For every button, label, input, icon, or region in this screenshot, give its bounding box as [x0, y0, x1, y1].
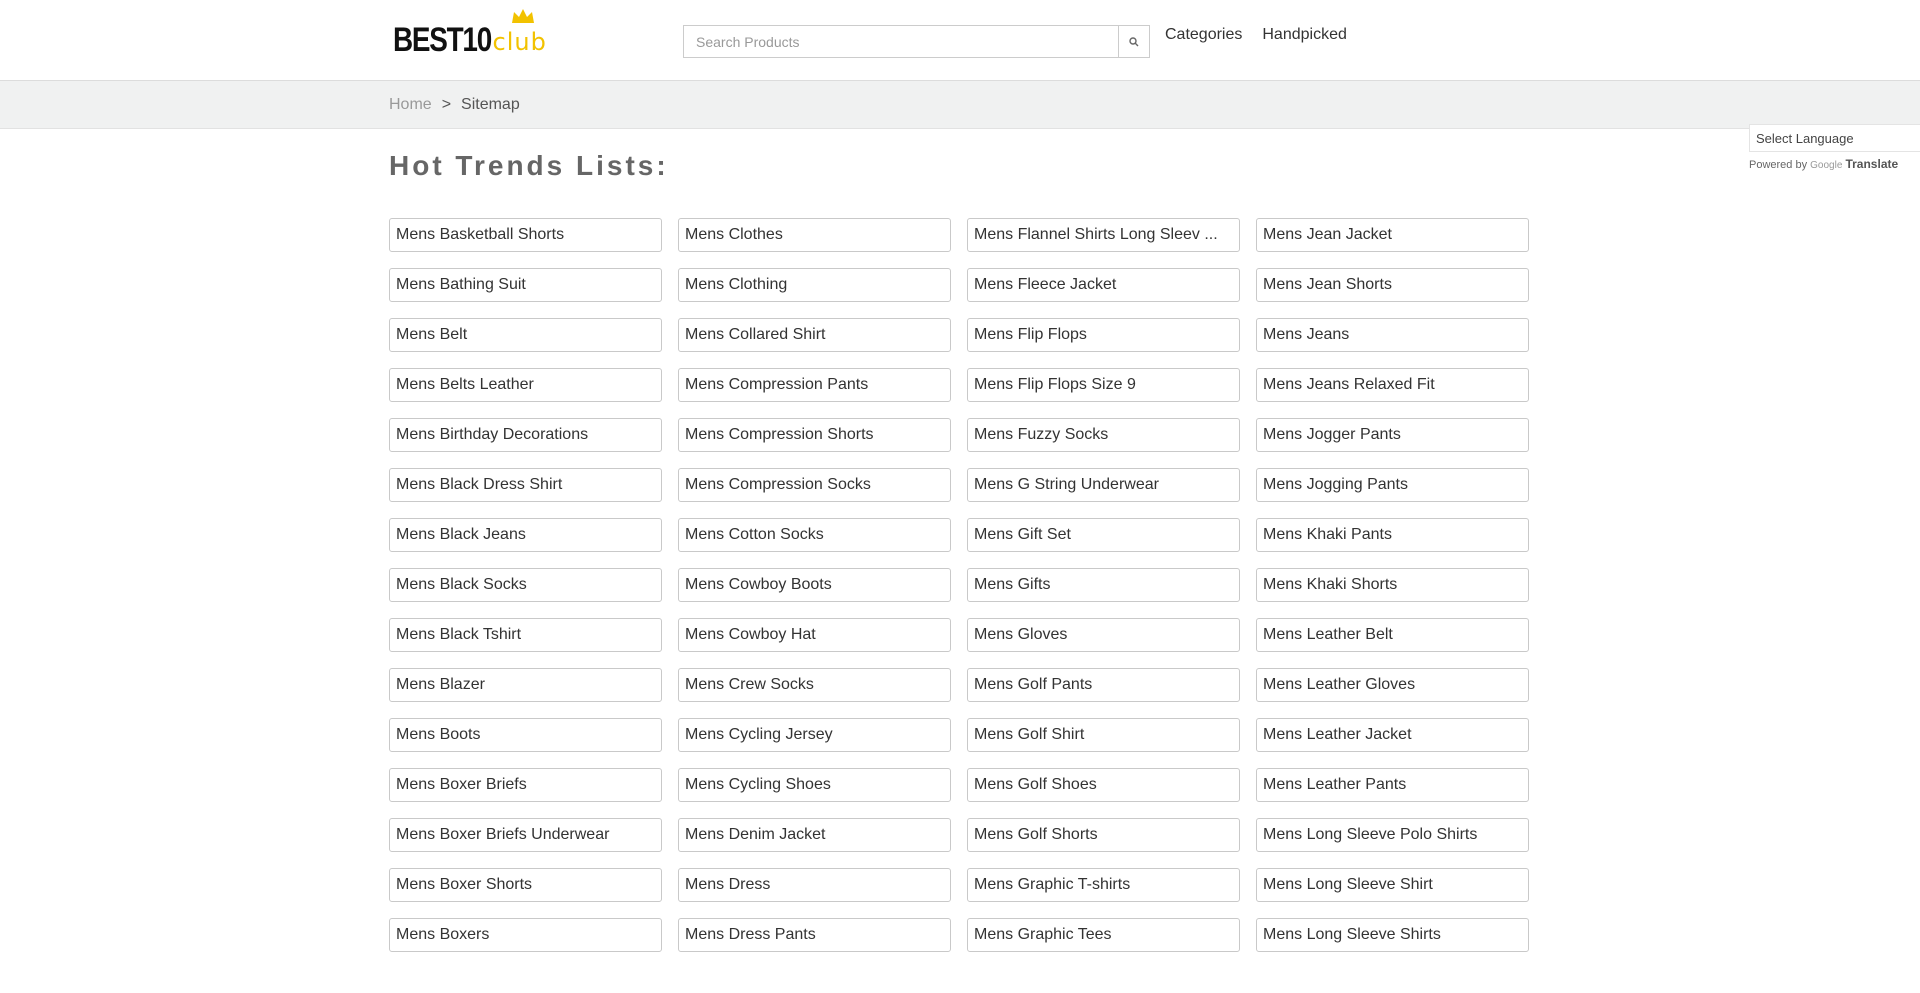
trend-link[interactable]: Mens Crew Socks [678, 668, 951, 702]
nav-handpicked[interactable]: Handpicked [1262, 26, 1347, 44]
logo-text: BEST10 [393, 21, 492, 59]
trend-list-grid: Mens Basketball Shorts Mens Clothes Mens F… [389, 218, 1534, 952]
trend-link[interactable]: Mens Flip Flops [967, 318, 1240, 352]
trend-link[interactable]: Mens Black Dress Shirt [389, 468, 662, 502]
trend-link[interactable]: Mens Graphic Tees [967, 918, 1240, 952]
trend-link[interactable]: Mens Black Socks [389, 568, 662, 602]
trend-link[interactable]: Mens Boxer Shorts [389, 868, 662, 902]
logo-accent-text: club [492, 28, 547, 56]
trend-link[interactable]: Mens Jean Shorts [1256, 268, 1529, 302]
trend-link[interactable]: Mens Bathing Suit [389, 268, 662, 302]
search-bar [683, 25, 1150, 58]
trend-link[interactable]: Mens Compression Pants [678, 368, 951, 402]
google-translate-widget: Select Language Powered by Google Transl… [1749, 124, 1920, 171]
trend-link[interactable]: Mens Khaki Pants [1256, 518, 1529, 552]
trend-link[interactable]: Mens Clothing [678, 268, 951, 302]
trend-link[interactable]: Mens Belt [389, 318, 662, 352]
page-title: Hot Trends Lists: [389, 150, 669, 181]
breadcrumb-bar: Home > Sitemap [0, 81, 1920, 129]
search-icon [1129, 36, 1139, 46]
trend-link[interactable]: Mens Golf Shoes [967, 768, 1240, 802]
trend-link[interactable]: Mens Golf Shirt [967, 718, 1240, 752]
trend-link[interactable]: Mens Jogger Pants [1256, 418, 1529, 452]
trend-link[interactable]: Mens Boxers [389, 918, 662, 952]
trend-link[interactable]: Mens Leather Gloves [1256, 668, 1529, 702]
trend-link[interactable]: Mens Clothes [678, 218, 951, 252]
trend-link[interactable]: Mens Compression Shorts [678, 418, 951, 452]
trend-link[interactable]: Mens Gifts [967, 568, 1240, 602]
site-header: BEST10 club Categories Handpicked [0, 0, 1920, 81]
logo-accent: club [492, 9, 547, 60]
site-logo[interactable]: BEST10 club [393, 9, 547, 60]
powered-by-text: Powered by [1749, 159, 1808, 171]
trend-link[interactable]: Mens Boots [389, 718, 662, 752]
trend-link[interactable]: Mens Birthday Decorations [389, 418, 662, 452]
google-logo: Google [1810, 160, 1843, 171]
trend-link[interactable]: Mens Fleece Jacket [967, 268, 1240, 302]
trend-link[interactable]: Mens Cowboy Hat [678, 618, 951, 652]
trend-link[interactable]: Mens Khaki Shorts [1256, 568, 1529, 602]
trend-link[interactable]: Mens Compression Socks [678, 468, 951, 502]
breadcrumb-separator: > [441, 96, 452, 113]
trend-link[interactable]: Mens Basketball Shorts [389, 218, 662, 252]
search-input[interactable] [683, 25, 1118, 58]
trend-link[interactable]: Mens Boxer Briefs Underwear [389, 818, 662, 852]
trend-link[interactable]: Mens Flip Flops Size 9 [967, 368, 1240, 402]
powered-by-google: Powered by Google Translate [1749, 157, 1920, 171]
trend-link[interactable]: Mens Collared Shirt [678, 318, 951, 352]
trend-link[interactable]: Mens Long Sleeve Shirt [1256, 868, 1529, 902]
trend-link[interactable]: Mens Jeans [1256, 318, 1529, 352]
trend-link[interactable]: Mens Leather Pants [1256, 768, 1529, 802]
trend-link[interactable]: Mens Cotton Socks [678, 518, 951, 552]
trend-link[interactable]: Mens Jogging Pants [1256, 468, 1529, 502]
trend-link[interactable]: Mens Flannel Shirts Long Sleev ... [967, 218, 1240, 252]
trend-link[interactable]: Mens Jean Jacket [1256, 218, 1529, 252]
language-select[interactable]: Select Language [1749, 124, 1920, 152]
trend-link[interactable]: Mens Leather Jacket [1256, 718, 1529, 752]
trend-link[interactable]: Mens Fuzzy Socks [967, 418, 1240, 452]
nav-categories[interactable]: Categories [1165, 26, 1242, 44]
trend-link[interactable]: Mens Golf Pants [967, 668, 1240, 702]
trend-link[interactable]: Mens Denim Jacket [678, 818, 951, 852]
trend-link[interactable]: Mens Cowboy Boots [678, 568, 951, 602]
trend-link[interactable]: Mens Cycling Shoes [678, 768, 951, 802]
trend-link[interactable]: Mens Golf Shorts [967, 818, 1240, 852]
translate-link[interactable]: Translate [1845, 157, 1898, 171]
trend-link[interactable]: Mens Black Tshirt [389, 618, 662, 652]
trend-link[interactable]: Mens Cycling Jersey [678, 718, 951, 752]
trend-link[interactable]: Mens Long Sleeve Shirts [1256, 918, 1529, 952]
trend-link[interactable]: Mens Black Jeans [389, 518, 662, 552]
trend-link[interactable]: Mens Boxer Briefs [389, 768, 662, 802]
trend-link[interactable]: Mens Dress [678, 868, 951, 902]
trend-link[interactable]: Mens Belts Leather [389, 368, 662, 402]
breadcrumb-current: Sitemap [461, 96, 520, 113]
search-button[interactable] [1118, 25, 1150, 58]
trend-link[interactable]: Mens Dress Pants [678, 918, 951, 952]
trend-link[interactable]: Mens Gift Set [967, 518, 1240, 552]
breadcrumb-home[interactable]: Home [389, 96, 432, 114]
trend-link[interactable]: Mens Blazer [389, 668, 662, 702]
trend-link[interactable]: Mens Long Sleeve Polo Shirts [1256, 818, 1529, 852]
trend-link[interactable]: Mens Jeans Relaxed Fit [1256, 368, 1529, 402]
trend-link[interactable]: Mens Gloves [967, 618, 1240, 652]
main-nav: Categories Handpicked [1165, 26, 1347, 44]
crown-icon [511, 9, 534, 23]
trend-link[interactable]: Mens Leather Belt [1256, 618, 1529, 652]
trend-link[interactable]: Mens Graphic T-shirts [967, 868, 1240, 902]
breadcrumb: Home > Sitemap [389, 96, 520, 114]
trend-link[interactable]: Mens G String Underwear [967, 468, 1240, 502]
